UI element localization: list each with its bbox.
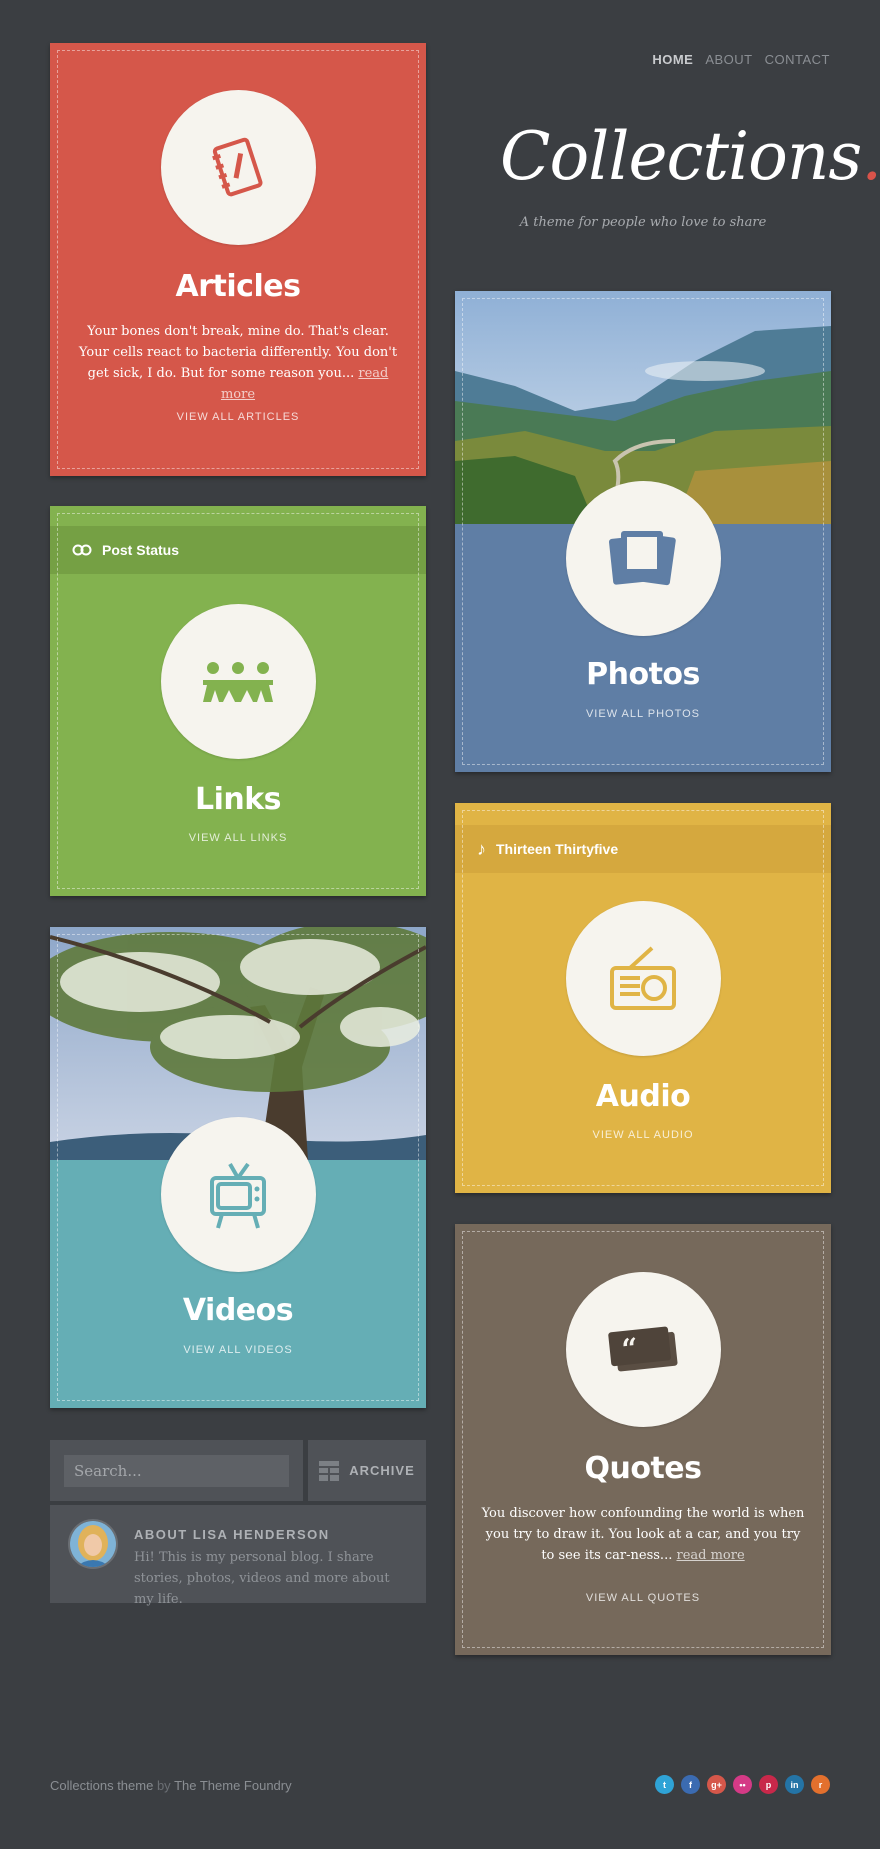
articles-icon-circle	[160, 90, 316, 245]
audio-status-bar: ♪ Thirteen Thirtyfive	[455, 825, 831, 873]
tv-icon	[210, 1162, 266, 1229]
audio-title[interactable]: Audio	[455, 1079, 831, 1114]
videos-icon-circle	[160, 1117, 316, 1272]
nav-home[interactable]: HOME	[652, 52, 693, 67]
chain-icon	[72, 544, 92, 556]
footer-credit: Collections theme by The Theme Foundry	[50, 1778, 292, 1793]
view-all-quotes-link[interactable]: VIEW ALL QUOTES	[455, 1592, 831, 1604]
quotes-card[interactable]: “ Quotes You discover how confounding th…	[455, 1224, 831, 1655]
quotes-read-more[interactable]: read more	[676, 1548, 744, 1563]
photos-title[interactable]: Photos	[455, 657, 831, 692]
about-title: ABOUT LISA HENDERSON	[134, 1527, 330, 1542]
radio-icon	[610, 946, 676, 1010]
audio-status-label[interactable]: Thirteen Thirtyfive	[496, 841, 618, 857]
videos-title[interactable]: Videos	[50, 1293, 426, 1328]
author-link[interactable]: The Theme Foundry	[174, 1778, 292, 1793]
links-title[interactable]: Links	[50, 782, 426, 817]
articles-card[interactable]: Articles Your bones don't break, mine do…	[50, 43, 426, 476]
facebook-icon[interactable]: f	[681, 1775, 700, 1794]
music-note-icon: ♪	[477, 838, 486, 859]
links-card[interactable]: Post Status Links VIEW ALL LINKS	[50, 506, 426, 896]
quotes-excerpt-text: You discover how confounding the world i…	[481, 1506, 805, 1563]
photos-icon	[609, 530, 676, 585]
audio-icon-circle	[565, 901, 721, 1056]
pinterest-icon[interactable]: p	[759, 1775, 778, 1794]
rss-icon[interactable]: r	[811, 1775, 830, 1794]
svg-text:“: “	[620, 1331, 639, 1366]
about-widget: ABOUT LISA HENDERSON Hi! This is my pers…	[50, 1505, 426, 1607]
links-icon-circle	[160, 604, 316, 759]
paper-people-icon	[203, 661, 273, 702]
main-nav: HOME ABOUT CONTACT	[652, 52, 830, 67]
archive-icon	[319, 1460, 340, 1481]
view-all-photos-link[interactable]: VIEW ALL PHOTOS	[455, 708, 831, 720]
about-text: Hi! This is my personal blog. I share st…	[134, 1550, 390, 1607]
view-all-articles-link[interactable]: VIEW ALL ARTICLES	[50, 411, 426, 423]
google-plus-icon[interactable]: g+	[707, 1775, 726, 1794]
photos-card[interactable]: Photos VIEW ALL PHOTOS	[455, 291, 831, 772]
site-tagline: A theme for people who love to share	[519, 215, 767, 230]
archive-label: ARCHIVE	[349, 1463, 415, 1478]
site-title: Collections	[500, 118, 862, 195]
articles-title[interactable]: Articles	[50, 269, 426, 304]
view-all-audio-link[interactable]: VIEW ALL AUDIO	[455, 1129, 831, 1141]
photos-icon-circle	[565, 481, 721, 636]
avatar[interactable]	[68, 1519, 118, 1569]
social-links: t f g+ •• p in r	[655, 1775, 830, 1794]
nav-contact[interactable]: CONTACT	[765, 52, 830, 67]
footer-by: by	[156, 1778, 171, 1793]
search-input[interactable]	[64, 1455, 289, 1487]
site-logo[interactable]: Collections.	[500, 118, 880, 195]
search-widget	[50, 1440, 303, 1501]
nav-about[interactable]: ABOUT	[705, 52, 752, 67]
notebook-icon	[212, 137, 263, 196]
view-all-links-link[interactable]: VIEW ALL LINKS	[50, 832, 426, 844]
articles-excerpt-text: Your bones don't break, mine do. That's …	[78, 324, 398, 381]
links-status-label[interactable]: Post Status	[102, 542, 179, 558]
linkedin-icon[interactable]: in	[785, 1775, 804, 1794]
view-all-videos-link[interactable]: VIEW ALL VIDEOS	[50, 1344, 426, 1356]
flickr-icon[interactable]: ••	[733, 1775, 752, 1794]
site-title-dot: .	[861, 118, 880, 195]
audio-card[interactable]: ♪ Thirteen Thirtyfive Audio VIEW ALL AUD…	[455, 803, 831, 1193]
quotes-excerpt: You discover how confounding the world i…	[481, 1503, 805, 1566]
articles-excerpt: Your bones don't break, mine do. That's …	[76, 321, 400, 405]
twitter-icon[interactable]: t	[655, 1775, 674, 1794]
quote-icon: “	[608, 1326, 678, 1371]
links-status-bar: Post Status	[50, 526, 426, 574]
quotes-icon-circle: “	[565, 1272, 721, 1427]
archive-button[interactable]: ARCHIVE	[308, 1440, 426, 1501]
videos-card[interactable]: Videos VIEW ALL VIDEOS	[50, 927, 426, 1408]
quotes-title[interactable]: Quotes	[455, 1451, 831, 1486]
theme-link[interactable]: Collections theme	[50, 1778, 153, 1793]
